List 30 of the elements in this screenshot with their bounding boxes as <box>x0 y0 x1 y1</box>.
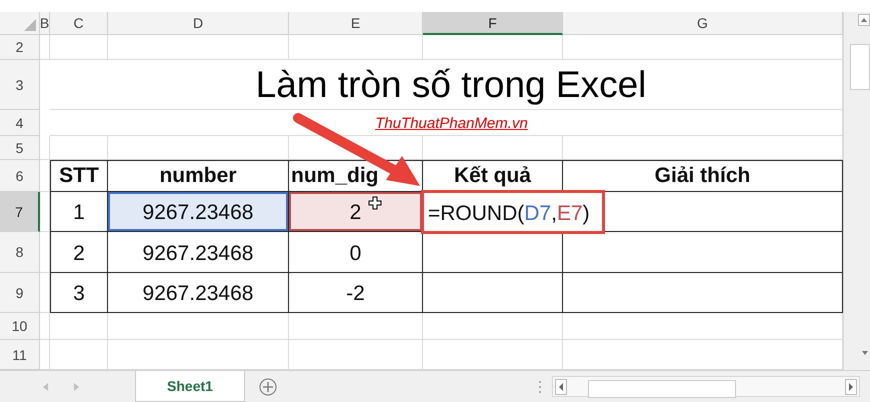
row-header[interactable]: 3 <box>0 60 40 110</box>
column-heading: STT <box>50 160 108 192</box>
table-cell: 9267.23468 <box>108 273 289 313</box>
column-header[interactable]: G <box>563 12 843 35</box>
row-header[interactable]: 2 <box>0 35 40 60</box>
row-header[interactable]: 11 <box>0 340 40 370</box>
row-header[interactable]: 10 <box>0 313 40 340</box>
sheet-title: Làm tròn số trong Excel <box>50 60 843 110</box>
column-header[interactable]: E <box>289 12 423 35</box>
row-header[interactable]: 6 <box>0 160 40 192</box>
row-header[interactable]: 9 <box>0 273 40 313</box>
table-cell: 9267.23468 <box>108 192 289 232</box>
column-heading: number <box>108 160 289 192</box>
sheet-tab[interactable]: Sheet1 <box>135 371 245 402</box>
table-cell: 2 <box>289 192 423 232</box>
row-header[interactable]: 8 <box>0 232 40 273</box>
row-header[interactable]: 7 <box>0 192 40 232</box>
row-header[interactable]: 4 <box>0 110 40 136</box>
table-cell: 2 <box>50 232 108 273</box>
table-cell: -2 <box>289 273 423 313</box>
column-header[interactable]: B <box>40 12 50 35</box>
table-cell: 3 <box>50 273 108 313</box>
column-header[interactable]: C <box>50 12 108 35</box>
column-header[interactable]: F <box>423 12 563 35</box>
table-cell: 9267.23468 <box>108 232 289 273</box>
formula-cell: =ROUND(D7,E7) <box>421 190 605 234</box>
table-cell: 0 <box>289 232 423 273</box>
row-header[interactable]: 5 <box>0 136 40 160</box>
column-header[interactable]: D <box>108 12 289 35</box>
website-link[interactable]: ThuThuatPhanMem.vn <box>375 114 528 132</box>
